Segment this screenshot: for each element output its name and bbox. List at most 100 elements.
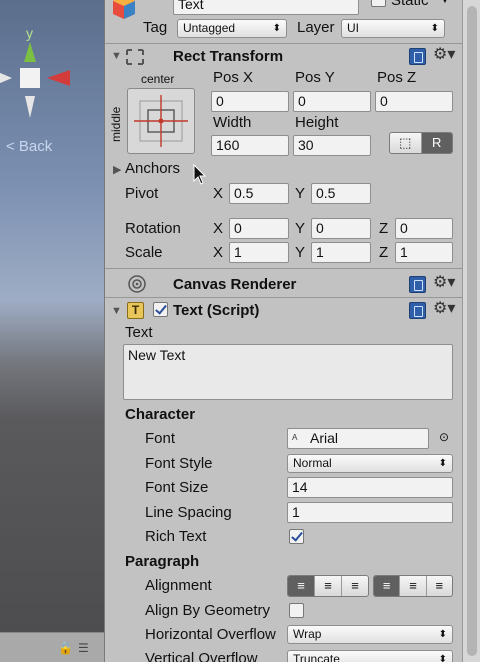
- blueprint-mode-icon[interactable]: ⬚: [390, 133, 422, 153]
- settings-gear-icon[interactable]: ⚙▾: [433, 272, 455, 292]
- rotation-label: Rotation: [125, 220, 181, 237]
- scale-x-label: X: [213, 244, 224, 261]
- rotation-y-field[interactable]: 0: [311, 218, 371, 239]
- align-top-icon[interactable]: ≡: [374, 576, 401, 596]
- layer-dropdown-value: UI: [347, 21, 359, 35]
- canvas-renderer-title[interactable]: Canvas Renderer: [173, 276, 296, 293]
- scale-y-label: Y: [295, 244, 306, 261]
- divider: [105, 43, 462, 44]
- tag-dropdown[interactable]: Untagged ⬍: [177, 19, 287, 38]
- pivot-x-label: X: [213, 185, 224, 202]
- text-enabled-checkbox[interactable]: [153, 302, 168, 317]
- canvas-renderer-icon: [127, 274, 147, 294]
- menu-icon[interactable]: ☰: [78, 641, 89, 655]
- gizmo-center-cube: [20, 68, 40, 88]
- rect-transform-title[interactable]: Rect Transform: [173, 48, 283, 65]
- help-book-icon[interactable]: [409, 276, 426, 293]
- inspector-scrollbar[interactable]: [462, 0, 480, 662]
- layer-dropdown[interactable]: UI ⬍: [341, 19, 445, 38]
- pivot-y-field[interactable]: 0.5: [311, 183, 371, 204]
- align-center-icon[interactable]: ≡: [315, 576, 342, 596]
- pivot-y-label: Y: [295, 185, 306, 202]
- blueprint-raw-toggle[interactable]: ⬚ R: [389, 132, 453, 154]
- horizontal-alignment-group[interactable]: ≡ ≡ ≡: [287, 575, 369, 597]
- paragraph-section-label: Paragraph: [125, 553, 200, 570]
- scale-label: Scale: [125, 244, 163, 261]
- tag-dropdown-value: Untagged: [183, 21, 236, 35]
- width-label: Width: [213, 114, 252, 131]
- rect-transform-icon: [125, 48, 145, 66]
- static-dropdown-arrow-icon[interactable]: ▼: [439, 0, 451, 6]
- lock-icon[interactable]: 🔒: [58, 641, 73, 655]
- width-field[interactable]: 160: [211, 135, 289, 156]
- pos-z-label: Pos Z: [377, 69, 417, 86]
- rotation-x-label: X: [213, 220, 224, 237]
- vertical-overflow-value: Truncate: [293, 652, 340, 662]
- font-field[interactable]: ᴬ Arial: [287, 428, 429, 449]
- anchors-foldout-arrow-icon[interactable]: ▶: [113, 163, 121, 176]
- foldout-arrow-icon[interactable]: ▼: [111, 50, 122, 62]
- align-by-geometry-label: Align By Geometry: [145, 602, 271, 619]
- object-name-field[interactable]: Text: [173, 0, 359, 15]
- chevron-updown-icon: ⬍: [438, 654, 447, 662]
- text-content-area[interactable]: New Text: [123, 344, 453, 400]
- font-size-field[interactable]: 14: [287, 477, 453, 498]
- font-field-value: Arial: [310, 430, 339, 446]
- settings-gear-icon[interactable]: ⚙▾: [433, 298, 455, 318]
- object-picker-icon[interactable]: ⊙: [439, 430, 449, 444]
- pos-z-field[interactable]: 0: [375, 91, 453, 112]
- chevron-updown-icon: ⬍: [438, 629, 447, 640]
- vertical-alignment-group[interactable]: ≡ ≡ ≡: [373, 575, 453, 597]
- horizontal-overflow-label: Horizontal Overflow: [145, 626, 276, 643]
- scene-orientation-gizmo[interactable]: y: [0, 0, 104, 140]
- rotation-z-field[interactable]: 0: [395, 218, 453, 239]
- pivot-x-field[interactable]: 0.5: [229, 183, 289, 204]
- settings-gear-icon[interactable]: ⚙▾: [433, 44, 455, 64]
- anchor-presets-button[interactable]: [127, 88, 195, 154]
- divider: [105, 297, 462, 298]
- font-style-label: Font Style: [145, 455, 213, 472]
- anchors-label[interactable]: Anchors: [125, 160, 180, 177]
- rich-text-checkbox[interactable]: [289, 529, 304, 544]
- horizontal-overflow-dropdown[interactable]: Wrap ⬍: [287, 625, 453, 644]
- rotation-y-label: Y: [295, 220, 306, 237]
- scene-bottom-bar: 🔒 ☰: [0, 632, 104, 662]
- font-style-dropdown[interactable]: Normal ⬍: [287, 454, 453, 473]
- line-spacing-field[interactable]: 1: [287, 502, 453, 523]
- align-bottom-icon[interactable]: ≡: [427, 576, 452, 596]
- pos-y-field[interactable]: 0: [293, 91, 371, 112]
- font-style-dropdown-value: Normal: [293, 456, 332, 470]
- align-by-geometry-checkbox[interactable]: [289, 603, 304, 618]
- text-content-value: New Text: [128, 347, 186, 363]
- align-middle-icon[interactable]: ≡: [400, 576, 427, 596]
- foldout-arrow-icon[interactable]: ▼: [111, 305, 122, 317]
- anchor-preset-icon: [134, 95, 188, 147]
- chevron-updown-icon: ⬍: [272, 23, 281, 34]
- rotation-z-label: Z: [379, 220, 389, 237]
- align-right-icon[interactable]: ≡: [342, 576, 368, 596]
- height-field[interactable]: 30: [293, 135, 371, 156]
- scrollbar-thumb[interactable]: [467, 6, 477, 656]
- alignment-label: Alignment: [145, 577, 212, 594]
- pos-x-field[interactable]: 0: [211, 91, 289, 112]
- scale-z-label: Z: [379, 244, 389, 261]
- scale-y-field[interactable]: 1: [311, 242, 371, 263]
- text-label: Text: [125, 324, 153, 341]
- raw-edit-button[interactable]: R: [421, 133, 452, 153]
- pos-x-label: Pos X: [213, 69, 254, 86]
- chevron-updown-icon: ⬍: [438, 458, 447, 469]
- static-checkbox[interactable]: [371, 0, 386, 7]
- rotation-x-field[interactable]: 0: [229, 218, 289, 239]
- text-script-title[interactable]: Text (Script): [173, 302, 259, 319]
- scale-x-field[interactable]: 1: [229, 242, 289, 263]
- help-book-icon[interactable]: [409, 48, 426, 65]
- help-book-icon[interactable]: [409, 302, 426, 319]
- inspector-panel: Text Static ▼ Tag Untagged⬍ Layer UI⬍ ▼ …: [104, 0, 462, 662]
- align-left-icon[interactable]: ≡: [288, 576, 315, 596]
- vertical-overflow-dropdown[interactable]: Truncate ⬍: [287, 650, 453, 662]
- scene-back-label[interactable]: < Back: [6, 138, 52, 155]
- scene-view[interactable]: y < Back 🔒 ☰: [0, 0, 104, 662]
- layer-label: Layer: [297, 19, 335, 36]
- anchor-h-label: center: [141, 72, 175, 86]
- scale-z-field[interactable]: 1: [395, 242, 453, 263]
